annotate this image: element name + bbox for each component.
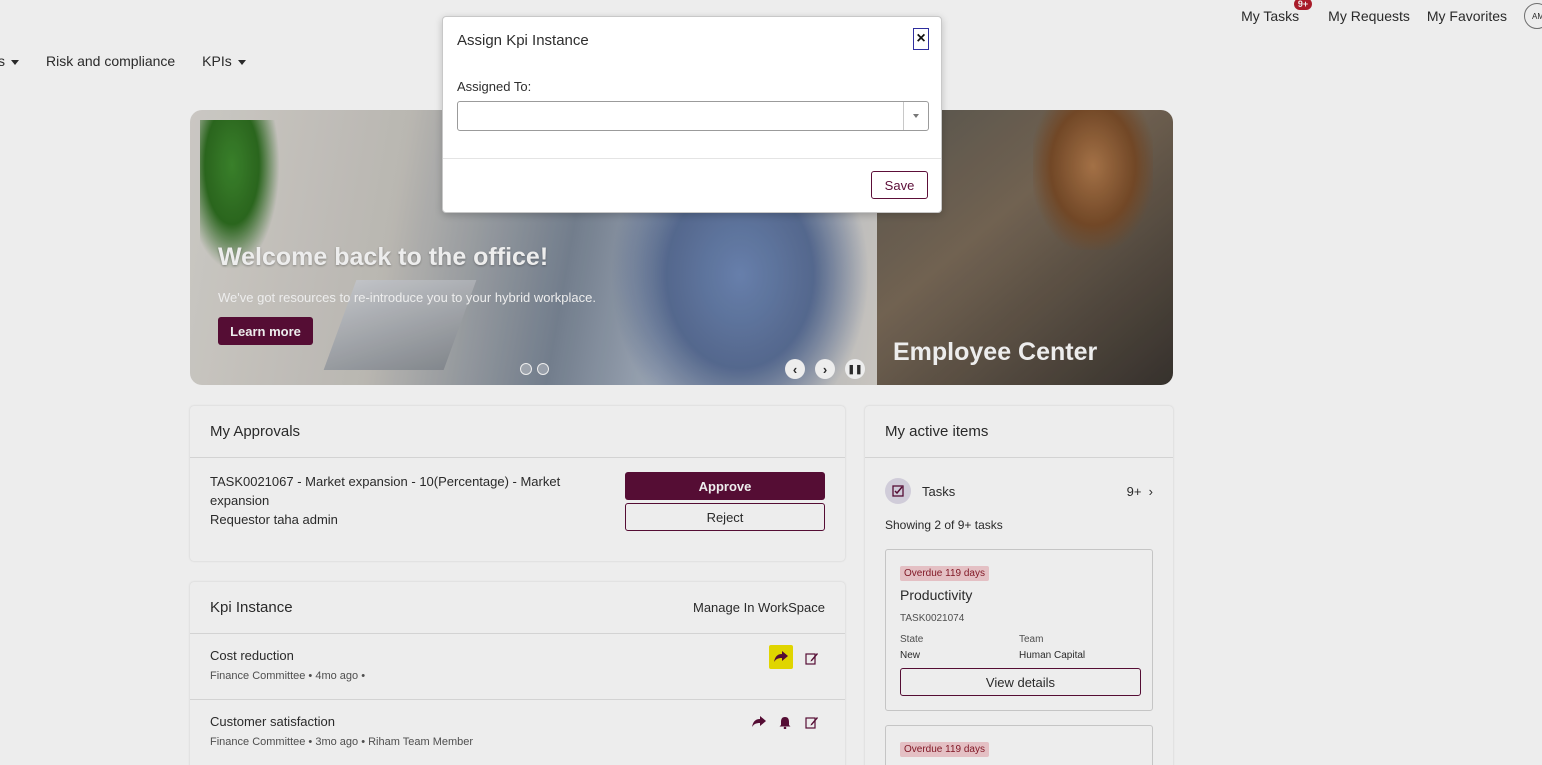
close-icon[interactable]: × <box>913 28 929 50</box>
modal-title: Assign Kpi Instance <box>457 32 589 49</box>
assign-kpi-modal: Assign Kpi Instance × Assigned To: Save <box>442 16 942 213</box>
assigned-to-select[interactable] <box>457 101 929 131</box>
assigned-to-label: Assigned To: <box>457 79 532 94</box>
dropdown-arrow-icon[interactable] <box>903 102 928 130</box>
modal-divider <box>443 158 941 159</box>
save-button[interactable]: Save <box>871 171 928 199</box>
